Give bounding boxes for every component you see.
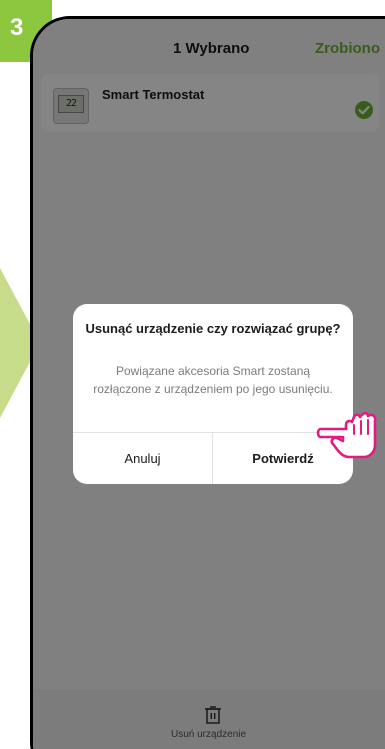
hand-pointer-icon bbox=[316, 411, 377, 459]
dialog-title: Usunąć urządzenie czy rozwiązać grupę? bbox=[85, 321, 341, 336]
step-number: 3 bbox=[10, 14, 24, 41]
confirm-dialog: Usunąć urządzenie czy rozwiązać grupę? P… bbox=[73, 304, 353, 484]
phone-frame: 1 Wybrano Zrobiono 22 Smart Termostat Us… bbox=[30, 16, 385, 749]
app-screen: 1 Wybrano Zrobiono 22 Smart Termostat Us… bbox=[33, 19, 385, 749]
instruction-canvas: 3 1 Wybrano Zrobiono 22 Smart Termostat bbox=[0, 0, 385, 749]
dialog-message: Powiązane akcesoria Smart zostaną rozłąc… bbox=[93, 364, 333, 396]
cancel-button[interactable]: Anuluj bbox=[73, 433, 212, 484]
